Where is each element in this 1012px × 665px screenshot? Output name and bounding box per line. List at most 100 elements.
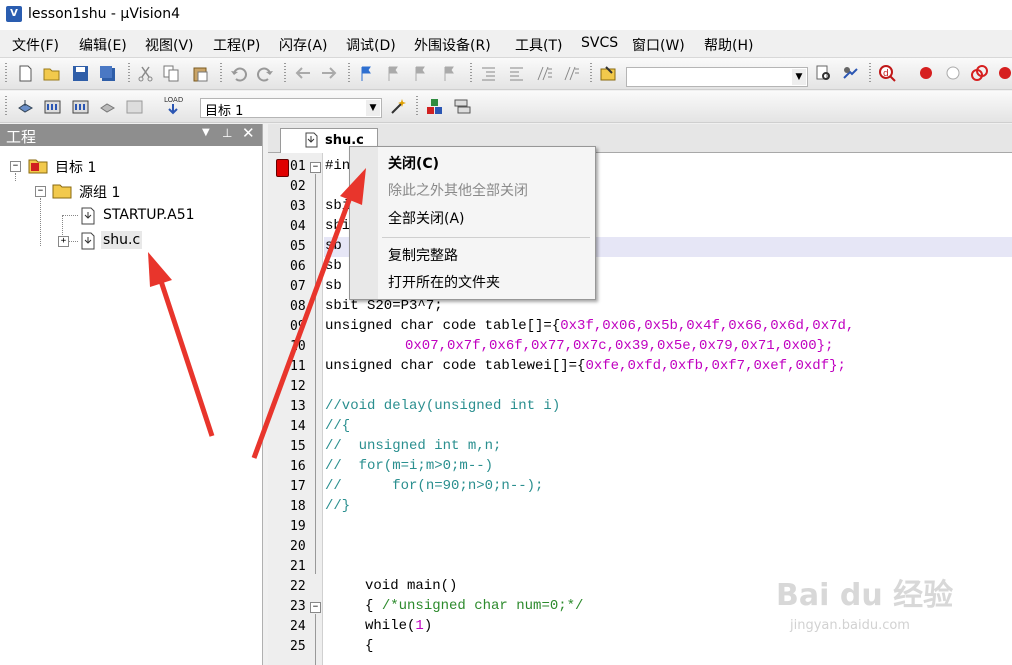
incremental-find-icon[interactable] <box>815 65 832 82</box>
new-file-icon[interactable] <box>17 65 34 82</box>
close-icon[interactable]: ✕ <box>242 124 255 142</box>
code-comment: // for(n=90;n>0;n--); <box>325 478 544 494</box>
translate-icon[interactable] <box>17 98 34 115</box>
menu-item-close[interactable]: 关闭(C) <box>388 153 439 173</box>
copy-icon[interactable] <box>163 65 180 82</box>
project-pane: 工程 ▼ ⊥ ✕ − 目标 1 − 源组 1 STARTUP.A51 + shu… <box>0 124 263 665</box>
rebuild-icon[interactable] <box>72 98 89 115</box>
menu-peripherals[interactable]: 外围设备(R) <box>414 35 491 55</box>
fold-toggle[interactable]: − <box>310 162 321 173</box>
line-number: 02 <box>290 179 306 194</box>
breakpoint-clear-all-icon[interactable] <box>971 65 988 82</box>
line-number: 11 <box>290 359 306 374</box>
line-number: 08 <box>290 299 306 314</box>
code-line: sb <box>325 238 342 254</box>
line-number: 20 <box>290 539 306 554</box>
menu-item-close-others[interactable]: 除此之外其他全部关闭 <box>388 180 528 200</box>
menu-view[interactable]: 视图(V) <box>145 35 194 55</box>
menu-flash[interactable]: 闪存(A) <box>279 35 328 55</box>
file-toolbar: ▼ d <box>0 58 1012 90</box>
bookmark-next-icon[interactable] <box>413 65 430 82</box>
comment-icon[interactable] <box>536 65 553 82</box>
nav-back-icon[interactable] <box>294 65 311 82</box>
chevron-down-icon[interactable]: ▼ <box>366 100 380 116</box>
line-number: 25 <box>290 639 306 654</box>
project-pane-title: 工程 <box>6 128 37 146</box>
bookmark-toggle-icon[interactable] <box>359 65 376 82</box>
menu-svcs[interactable]: SVCS <box>581 35 618 51</box>
context-menu-icon-column <box>350 147 378 299</box>
menu-help[interactable]: 帮助(H) <box>704 35 753 55</box>
line-number: 05 <box>290 239 306 254</box>
open-folder-icon[interactable] <box>43 65 60 82</box>
title-bar: V lesson1shu - µVision4 <box>0 0 1012 30</box>
menu-edit[interactable]: 编辑(E) <box>79 35 127 55</box>
manage-components-icon[interactable] <box>426 98 443 115</box>
debug-session-icon[interactable]: d <box>879 65 896 82</box>
uvision-app-icon: V <box>6 6 22 22</box>
nav-forward-icon[interactable] <box>321 65 338 82</box>
breakpoint-disable-icon[interactable] <box>945 65 962 82</box>
redo-icon[interactable] <box>257 65 274 82</box>
tab-context-menu: 关闭(C) 除此之外其他全部关闭 全部关闭(A) 复制完整路 打开所在的文件夹 <box>349 146 596 300</box>
collapse-target-toggle[interactable]: − <box>10 161 21 172</box>
breakpoint-insert-icon[interactable] <box>918 65 935 82</box>
menu-window[interactable]: 窗口(W) <box>632 35 685 55</box>
code-line: sb <box>325 258 342 274</box>
collapse-group-toggle[interactable]: − <box>35 186 46 197</box>
target-options-icon[interactable] <box>390 98 407 115</box>
code-line: sbit S20=P3^7; <box>325 298 443 314</box>
c-file-icon <box>81 232 95 250</box>
line-number: 23 <box>290 599 306 614</box>
c-file-icon <box>305 132 318 148</box>
menu-project[interactable]: 工程(P) <box>213 35 260 55</box>
target-select[interactable]: 目标 1 ▼ <box>200 98 382 119</box>
file-extensions-icon[interactable] <box>454 98 471 115</box>
save-icon[interactable] <box>72 65 89 82</box>
cut-icon[interactable] <box>137 65 154 82</box>
batch-build-icon[interactable] <box>99 98 116 115</box>
bookmark-prev-icon[interactable] <box>386 65 403 82</box>
tree-group[interactable]: 源组 1 <box>79 182 120 202</box>
tree-file-startup[interactable]: STARTUP.A51 <box>103 207 195 223</box>
code-comment: // for(m=i;m>0;m--) <box>325 458 494 474</box>
code-line: while(1) <box>365 618 432 634</box>
pin-icon[interactable]: ⊥ <box>222 126 232 140</box>
code-comment: //{ <box>325 418 351 434</box>
browse-icon[interactable] <box>842 65 859 82</box>
undo-icon[interactable] <box>230 65 247 82</box>
baidu-watermark-url: jingyan.baidu.com <box>790 618 910 633</box>
code-line: sb <box>325 278 342 294</box>
save-all-icon[interactable] <box>99 65 116 82</box>
pane-menu-icon[interactable]: ▼ <box>202 127 210 138</box>
menu-item-open-folder[interactable]: 打开所在的文件夹 <box>388 272 500 292</box>
breakpoint-kill-all-icon[interactable] <box>997 65 1012 82</box>
menu-tools[interactable]: 工具(T) <box>515 35 562 55</box>
bookmark-clear-icon[interactable] <box>442 65 459 82</box>
code-token: { <box>365 598 382 614</box>
tree-target[interactable]: 目标 1 <box>55 157 96 177</box>
find-combo[interactable]: ▼ <box>626 67 808 87</box>
build-icon[interactable] <box>44 98 61 115</box>
paste-icon[interactable] <box>192 65 209 82</box>
find-in-files-icon[interactable] <box>600 65 617 82</box>
unindent-icon[interactable] <box>508 65 525 82</box>
chevron-down-icon[interactable]: ▼ <box>792 69 806 85</box>
expand-file-toggle[interactable]: + <box>58 236 69 247</box>
fold-toggle[interactable]: − <box>310 602 321 613</box>
build-toolbar: LOAD 目标 1 ▼ <box>0 91 1012 123</box>
uncomment-icon[interactable] <box>563 65 580 82</box>
breakpoint-marker[interactable] <box>276 159 289 177</box>
line-number: 19 <box>290 519 306 534</box>
menu-item-copy-path[interactable]: 复制完整路 <box>388 245 458 265</box>
menu-debug[interactable]: 调试(D) <box>346 35 396 55</box>
menu-item-close-all[interactable]: 全部关闭(A) <box>388 208 465 228</box>
folder-icon <box>52 184 72 199</box>
baidu-watermark: Bai du 经验 <box>776 578 954 613</box>
menu-file[interactable]: 文件(F) <box>12 35 59 55</box>
download-button[interactable]: LOAD <box>160 96 188 116</box>
indent-icon[interactable] <box>480 65 497 82</box>
line-number: 12 <box>290 379 306 394</box>
tree-file-shu[interactable]: shu.c <box>101 231 143 249</box>
stop-build-icon[interactable] <box>126 98 143 115</box>
